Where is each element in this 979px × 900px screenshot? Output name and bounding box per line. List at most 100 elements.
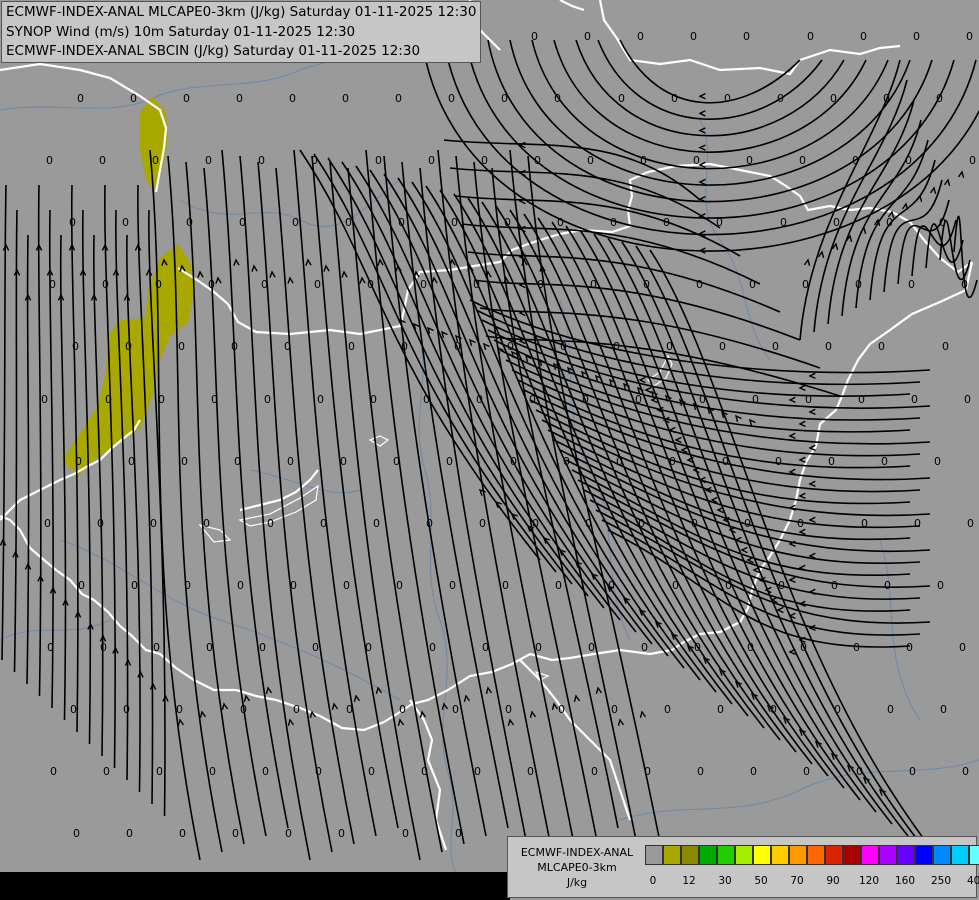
sbcin-zero-label: 0 <box>725 579 732 592</box>
legend-label-line-1: ECMWF-INDEX-ANAL <box>520 845 634 859</box>
legend-swatch <box>933 845 951 865</box>
sbcin-zero-label: 0 <box>611 703 618 716</box>
sbcin-zero-label: 0 <box>967 517 974 530</box>
sbcin-zero-label: 0 <box>373 517 380 530</box>
legend-swatch <box>951 845 969 865</box>
sbcin-zero-label: 0 <box>102 278 109 291</box>
sbcin-zero-label: 0 <box>455 827 462 840</box>
sbcin-zero-label: 0 <box>211 393 218 406</box>
legend-swatch <box>789 845 807 865</box>
sbcin-zero-label: 0 <box>940 703 947 716</box>
sbcin-zero-label: 0 <box>234 455 241 468</box>
sbcin-zero-label: 0 <box>261 278 268 291</box>
sbcin-zero-label: 0 <box>153 641 160 654</box>
sbcin-zero-label: 0 <box>75 455 82 468</box>
sbcin-zero-label: 0 <box>103 765 110 778</box>
legend-swatch <box>915 845 933 865</box>
sbcin-zero-label: 0 <box>855 278 862 291</box>
legend-label-line-2: MLCAPE0-3km <box>537 860 617 874</box>
sbcin-zero-label: 0 <box>258 154 265 167</box>
sbcin-zero-label: 0 <box>240 703 247 716</box>
legend-tick-label: 70 <box>790 875 804 887</box>
sbcin-zero-label: 0 <box>913 30 920 43</box>
sbcin-zero-label: 0 <box>694 641 701 654</box>
legend-tick-label: 50 <box>754 875 768 887</box>
legend-swatch <box>771 845 789 865</box>
sbcin-zero-label: 0 <box>777 92 784 105</box>
sbcin-zero-label: 0 <box>420 278 427 291</box>
sbcin-zero-label: 0 <box>831 579 838 592</box>
sbcin-zero-label: 0 <box>643 278 650 291</box>
sbcin-zero-label: 0 <box>962 765 969 778</box>
sbcin-zero-label: 0 <box>672 579 679 592</box>
sbcin-zero-label: 0 <box>49 278 56 291</box>
sbcin-zero-label: 0 <box>395 92 402 105</box>
sbcin-zero-label: 0 <box>184 579 191 592</box>
sbcin-zero-label: 0 <box>176 703 183 716</box>
bottom-strip <box>0 872 510 900</box>
sbcin-zero-label: 0 <box>476 393 483 406</box>
title-sbcin: ECMWF-INDEX-ANAL SBCIN (J/kg) Saturday 0… <box>6 43 421 59</box>
sbcin-zero-label: 0 <box>969 154 976 167</box>
sbcin-zero-label: 0 <box>557 216 564 229</box>
legend-swatch <box>717 845 735 865</box>
sbcin-zero-label: 0 <box>292 216 299 229</box>
legend-swatch <box>897 845 915 865</box>
sbcin-zero-label: 0 <box>531 30 538 43</box>
sbcin-zero-label: 0 <box>505 703 512 716</box>
sbcin-zero-label: 0 <box>532 517 539 530</box>
sbcin-zero-label: 0 <box>284 340 291 353</box>
sbcin-zero-label: 0 <box>72 340 79 353</box>
sbcin-zero-label: 0 <box>345 216 352 229</box>
sbcin-zero-label: 0 <box>232 827 239 840</box>
legend-tick-label: 250 <box>930 875 952 887</box>
sbcin-zero-label: 0 <box>155 278 162 291</box>
sbcin-zero-label: 0 <box>100 641 107 654</box>
sbcin-zero-label: 0 <box>644 765 651 778</box>
sbcin-zero-label: 0 <box>203 517 210 530</box>
legend-tick-label: 400 <box>966 875 979 887</box>
legend-swatch <box>753 845 771 865</box>
sbcin-zero-label: 0 <box>77 92 84 105</box>
sbcin-zero-label: 0 <box>690 30 697 43</box>
sbcin-zero-label: 0 <box>285 827 292 840</box>
sbcin-zero-label: 0 <box>267 517 274 530</box>
sbcin-zero-label: 0 <box>346 703 353 716</box>
sbcin-zero-label: 0 <box>959 641 966 654</box>
sbcin-zero-label: 0 <box>46 154 53 167</box>
sbcin-zero-label: 0 <box>743 30 750 43</box>
legend-label: ECMWF-INDEX-ANAL MLCAPE0-3km J/kg <box>508 837 646 897</box>
sbcin-zero-label: 0 <box>454 340 461 353</box>
sbcin-zero-label: 0 <box>158 393 165 406</box>
sbcin-zero-label: 0 <box>426 517 433 530</box>
sbcin-zero-label: 0 <box>398 216 405 229</box>
sbcin-zero-label: 0 <box>446 455 453 468</box>
sbcin-zero-label: 0 <box>856 765 863 778</box>
sbcin-zero-label: 0 <box>858 393 865 406</box>
sbcin-zero-label: 0 <box>884 579 891 592</box>
sbcin-zero-label: 0 <box>73 827 80 840</box>
sbcin-zero-label: 0 <box>805 393 812 406</box>
sbcin-zero-label: 0 <box>640 154 647 167</box>
sbcin-zero-label: 0 <box>312 641 319 654</box>
sbcin-zero-label: 0 <box>560 340 567 353</box>
sbcin-zero-label: 0 <box>961 278 968 291</box>
legend-tick-label: 90 <box>826 875 840 887</box>
sbcin-zero-label: 0 <box>237 579 244 592</box>
sbcin-zero-label: 0 <box>830 92 837 105</box>
sbcin-zero-label: 0 <box>50 765 57 778</box>
sbcin-zero-label: 0 <box>320 517 327 530</box>
sbcin-zero-label: 0 <box>529 393 536 406</box>
sbcin-zero-label: 0 <box>778 579 785 592</box>
legend-swatch <box>699 845 717 865</box>
sbcin-zero-label: 0 <box>183 92 190 105</box>
sbcin-zero-label: 0 <box>584 30 591 43</box>
sbcin-zero-label: 0 <box>152 154 159 167</box>
sbcin-zero-label: 0 <box>123 703 130 716</box>
sbcin-zero-label: 0 <box>746 154 753 167</box>
sbcin-zero-label: 0 <box>365 641 372 654</box>
sbcin-zero-label: 0 <box>802 278 809 291</box>
sbcin-zero-label: 0 <box>775 455 782 468</box>
sbcin-zero-label: 0 <box>637 30 644 43</box>
sbcin-zero-label: 0 <box>125 340 132 353</box>
